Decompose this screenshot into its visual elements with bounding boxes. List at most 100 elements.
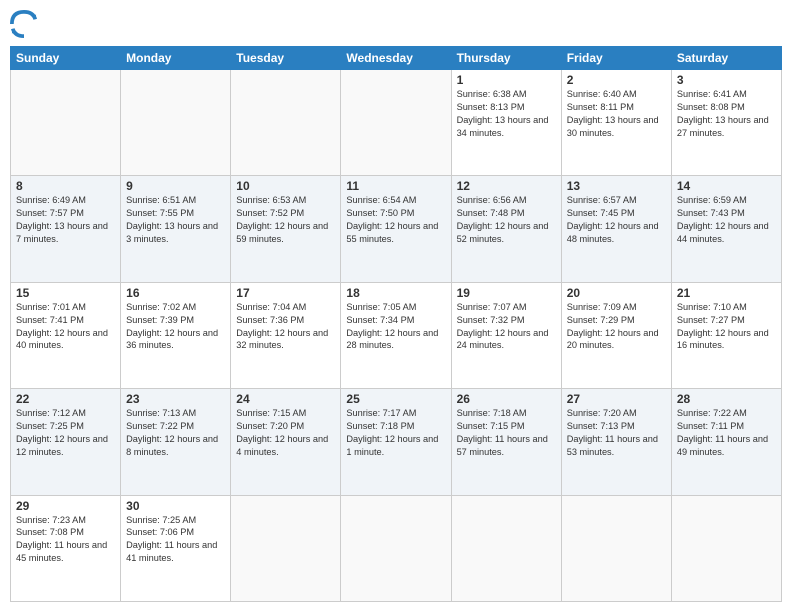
day-number: 8 [16,179,115,193]
calendar-day-14: 14Sunrise: 6:59 AMSunset: 7:43 PMDayligh… [671,176,781,282]
column-header-friday: Friday [561,47,671,70]
day-number: 13 [567,179,666,193]
calendar-day-15: 15Sunrise: 7:01 AMSunset: 7:41 PMDayligh… [11,282,121,388]
day-number: 27 [567,392,666,406]
day-number: 26 [457,392,556,406]
calendar-day-1: 1Sunrise: 6:38 AMSunset: 8:13 PMDaylight… [451,70,561,176]
day-info: Sunrise: 7:04 AMSunset: 7:36 PMDaylight:… [236,301,335,353]
calendar-week-row: 15Sunrise: 7:01 AMSunset: 7:41 PMDayligh… [11,282,782,388]
day-info: Sunrise: 7:25 AMSunset: 7:06 PMDaylight:… [126,514,225,566]
day-info: Sunrise: 7:15 AMSunset: 7:20 PMDaylight:… [236,407,335,459]
day-number: 10 [236,179,335,193]
calendar-day-2: 2Sunrise: 6:40 AMSunset: 8:11 PMDaylight… [561,70,671,176]
day-info: Sunrise: 7:02 AMSunset: 7:39 PMDaylight:… [126,301,225,353]
day-info: Sunrise: 6:41 AMSunset: 8:08 PMDaylight:… [677,88,776,140]
empty-day-cell [231,70,341,176]
day-info: Sunrise: 6:51 AMSunset: 7:55 PMDaylight:… [126,194,225,246]
calendar-day-10: 10Sunrise: 6:53 AMSunset: 7:52 PMDayligh… [231,176,341,282]
day-number: 30 [126,499,225,513]
day-info: Sunrise: 6:57 AMSunset: 7:45 PMDaylight:… [567,194,666,246]
day-info: Sunrise: 6:49 AMSunset: 7:57 PMDaylight:… [16,194,115,246]
calendar-day-8: 8Sunrise: 6:49 AMSunset: 7:57 PMDaylight… [11,176,121,282]
day-number: 2 [567,73,666,87]
calendar-day-25: 25Sunrise: 7:17 AMSunset: 7:18 PMDayligh… [341,389,451,495]
day-info: Sunrise: 7:23 AMSunset: 7:08 PMDaylight:… [16,514,115,566]
day-number: 18 [346,286,445,300]
day-info: Sunrise: 7:07 AMSunset: 7:32 PMDaylight:… [457,301,556,353]
column-header-saturday: Saturday [671,47,781,70]
day-info: Sunrise: 7:09 AMSunset: 7:29 PMDaylight:… [567,301,666,353]
day-info: Sunrise: 6:56 AMSunset: 7:48 PMDaylight:… [457,194,556,246]
day-info: Sunrise: 7:12 AMSunset: 7:25 PMDaylight:… [16,407,115,459]
calendar-day-28: 28Sunrise: 7:22 AMSunset: 7:11 PMDayligh… [671,389,781,495]
logo-icon [10,10,38,38]
calendar-day-12: 12Sunrise: 6:56 AMSunset: 7:48 PMDayligh… [451,176,561,282]
calendar-day-27: 27Sunrise: 7:20 AMSunset: 7:13 PMDayligh… [561,389,671,495]
day-number: 12 [457,179,556,193]
day-info: Sunrise: 7:18 AMSunset: 7:15 PMDaylight:… [457,407,556,459]
empty-day-cell [341,495,451,601]
calendar-header-row: SundayMondayTuesdayWednesdayThursdayFrid… [11,47,782,70]
calendar-day-17: 17Sunrise: 7:04 AMSunset: 7:36 PMDayligh… [231,282,341,388]
calendar-day-29: 29Sunrise: 7:23 AMSunset: 7:08 PMDayligh… [11,495,121,601]
day-number: 25 [346,392,445,406]
calendar-day-16: 16Sunrise: 7:02 AMSunset: 7:39 PMDayligh… [121,282,231,388]
day-number: 21 [677,286,776,300]
day-info: Sunrise: 7:20 AMSunset: 7:13 PMDaylight:… [567,407,666,459]
empty-day-cell [561,495,671,601]
column-header-monday: Monday [121,47,231,70]
calendar-week-row: 8Sunrise: 6:49 AMSunset: 7:57 PMDaylight… [11,176,782,282]
day-number: 11 [346,179,445,193]
empty-day-cell [121,70,231,176]
day-number: 15 [16,286,115,300]
calendar-day-11: 11Sunrise: 6:54 AMSunset: 7:50 PMDayligh… [341,176,451,282]
day-number: 24 [236,392,335,406]
calendar-day-18: 18Sunrise: 7:05 AMSunset: 7:34 PMDayligh… [341,282,451,388]
calendar-day-3: 3Sunrise: 6:41 AMSunset: 8:08 PMDaylight… [671,70,781,176]
empty-day-cell [341,70,451,176]
empty-day-cell [671,495,781,601]
day-number: 16 [126,286,225,300]
calendar-day-21: 21Sunrise: 7:10 AMSunset: 7:27 PMDayligh… [671,282,781,388]
day-info: Sunrise: 7:05 AMSunset: 7:34 PMDaylight:… [346,301,445,353]
calendar-day-9: 9Sunrise: 6:51 AMSunset: 7:55 PMDaylight… [121,176,231,282]
day-number: 28 [677,392,776,406]
calendar-day-22: 22Sunrise: 7:12 AMSunset: 7:25 PMDayligh… [11,389,121,495]
day-number: 22 [16,392,115,406]
calendar-day-13: 13Sunrise: 6:57 AMSunset: 7:45 PMDayligh… [561,176,671,282]
column-header-wednesday: Wednesday [341,47,451,70]
day-info: Sunrise: 6:38 AMSunset: 8:13 PMDaylight:… [457,88,556,140]
empty-day-cell [231,495,341,601]
header [10,10,782,38]
column-header-thursday: Thursday [451,47,561,70]
day-info: Sunrise: 7:01 AMSunset: 7:41 PMDaylight:… [16,301,115,353]
page: SundayMondayTuesdayWednesdayThursdayFrid… [0,0,792,612]
day-info: Sunrise: 7:22 AMSunset: 7:11 PMDaylight:… [677,407,776,459]
calendar-day-30: 30Sunrise: 7:25 AMSunset: 7:06 PMDayligh… [121,495,231,601]
calendar-week-row: 1Sunrise: 6:38 AMSunset: 8:13 PMDaylight… [11,70,782,176]
empty-day-cell [451,495,561,601]
column-header-sunday: Sunday [11,47,121,70]
logo [10,10,40,38]
day-number: 14 [677,179,776,193]
day-number: 29 [16,499,115,513]
calendar-day-24: 24Sunrise: 7:15 AMSunset: 7:20 PMDayligh… [231,389,341,495]
day-info: Sunrise: 6:54 AMSunset: 7:50 PMDaylight:… [346,194,445,246]
calendar-day-20: 20Sunrise: 7:09 AMSunset: 7:29 PMDayligh… [561,282,671,388]
empty-day-cell [11,70,121,176]
day-number: 19 [457,286,556,300]
day-number: 20 [567,286,666,300]
calendar-table: SundayMondayTuesdayWednesdayThursdayFrid… [10,46,782,602]
day-info: Sunrise: 7:17 AMSunset: 7:18 PMDaylight:… [346,407,445,459]
day-info: Sunrise: 7:13 AMSunset: 7:22 PMDaylight:… [126,407,225,459]
day-number: 17 [236,286,335,300]
day-number: 3 [677,73,776,87]
day-info: Sunrise: 7:10 AMSunset: 7:27 PMDaylight:… [677,301,776,353]
calendar-day-23: 23Sunrise: 7:13 AMSunset: 7:22 PMDayligh… [121,389,231,495]
day-info: Sunrise: 6:59 AMSunset: 7:43 PMDaylight:… [677,194,776,246]
column-header-tuesday: Tuesday [231,47,341,70]
calendar-week-row: 22Sunrise: 7:12 AMSunset: 7:25 PMDayligh… [11,389,782,495]
day-info: Sunrise: 6:40 AMSunset: 8:11 PMDaylight:… [567,88,666,140]
calendar-day-26: 26Sunrise: 7:18 AMSunset: 7:15 PMDayligh… [451,389,561,495]
calendar-day-19: 19Sunrise: 7:07 AMSunset: 7:32 PMDayligh… [451,282,561,388]
